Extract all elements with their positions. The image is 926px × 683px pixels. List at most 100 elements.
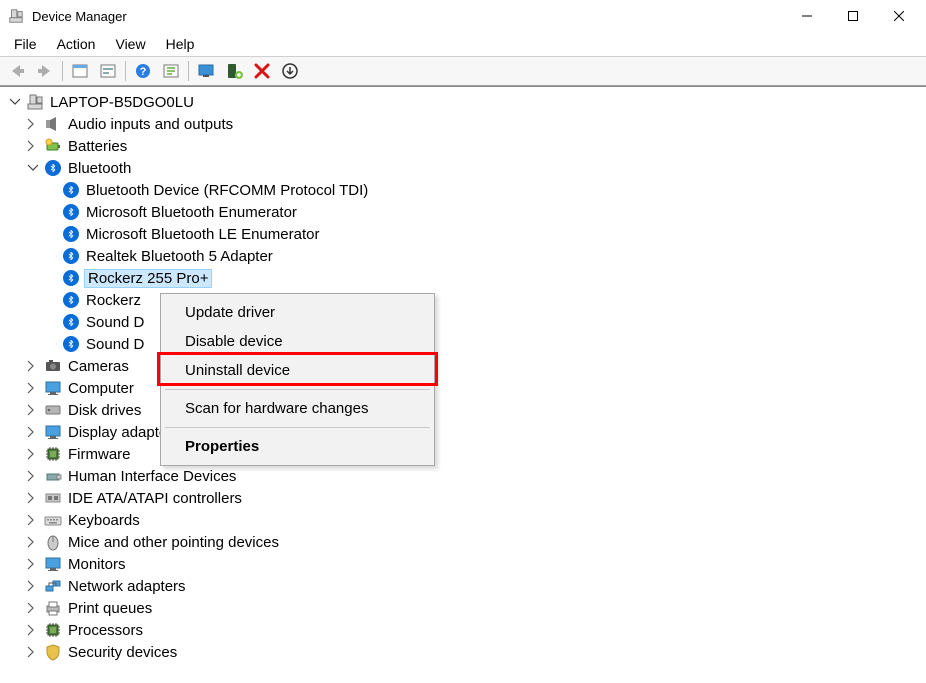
- close-button[interactable]: [876, 0, 922, 32]
- keyboard-icon: [44, 511, 62, 529]
- node-label: Security devices: [66, 644, 179, 661]
- uninstall-button[interactable]: [249, 59, 275, 83]
- node-label: Computer: [66, 380, 136, 397]
- tree-category-security[interactable]: Security devices: [8, 641, 926, 663]
- tree-category-cameras[interactable]: Cameras: [8, 355, 926, 377]
- menu-action[interactable]: Action: [47, 34, 106, 54]
- tree-root[interactable]: LAPTOP-B5DGO0LU: [8, 91, 926, 113]
- bluetooth-icon: [62, 203, 80, 221]
- node-label: Processors: [66, 622, 145, 639]
- chevron-right-icon[interactable]: [26, 557, 40, 571]
- ctx-properties[interactable]: Properties: [163, 432, 432, 461]
- ide-icon: [44, 489, 62, 507]
- chevron-right-icon[interactable]: [26, 469, 40, 483]
- speaker-icon: [44, 115, 62, 133]
- bluetooth-icon: [62, 269, 80, 287]
- chevron-right-icon[interactable]: [26, 601, 40, 615]
- tree-device-bt-le-enum[interactable]: Microsoft Bluetooth LE Enumerator: [8, 223, 926, 245]
- context-separator: [165, 427, 430, 428]
- tree-category-monitors[interactable]: Monitors: [8, 553, 926, 575]
- node-label: Cameras: [66, 358, 131, 375]
- bluetooth-icon: [62, 313, 80, 331]
- tree-device-bt-sound1[interactable]: Sound D: [8, 311, 926, 333]
- chevron-right-icon[interactable]: [26, 645, 40, 659]
- chevron-right-icon[interactable]: [26, 403, 40, 417]
- node-label: LAPTOP-B5DGO0LU: [48, 94, 196, 111]
- tree-category-ide[interactable]: IDE ATA/ATAPI controllers: [8, 487, 926, 509]
- ctx-scan-hardware[interactable]: Scan for hardware changes: [163, 394, 432, 423]
- node-label: Keyboards: [66, 512, 142, 529]
- chevron-right-icon[interactable]: [26, 359, 40, 373]
- tree-device-bt-realtek[interactable]: Realtek Bluetooth 5 Adapter: [8, 245, 926, 267]
- ctx-uninstall-device[interactable]: Uninstall device: [163, 356, 432, 385]
- chevron-right-icon[interactable]: [26, 491, 40, 505]
- window-controls: [784, 0, 922, 32]
- action-button[interactable]: [158, 59, 184, 83]
- tree-device-bt-rockerz2[interactable]: Rockerz: [8, 289, 926, 311]
- node-label: Bluetooth: [66, 160, 133, 177]
- device-tree[interactable]: LAPTOP-B5DGO0LU Audio inputs and outputs…: [0, 86, 926, 683]
- node-label: Microsoft Bluetooth LE Enumerator: [84, 226, 321, 243]
- chevron-right-icon[interactable]: [26, 381, 40, 395]
- tree-category-audio[interactable]: Audio inputs and outputs: [8, 113, 926, 135]
- ctx-disable-device[interactable]: Disable device: [163, 327, 432, 356]
- computer-icon: [26, 93, 44, 111]
- show-hide-console-button[interactable]: [67, 59, 93, 83]
- menu-help[interactable]: Help: [156, 34, 205, 54]
- back-button[interactable]: [4, 59, 30, 83]
- display-icon: [44, 423, 62, 441]
- chevron-down-icon[interactable]: [8, 95, 22, 109]
- toolbar-separator: [62, 61, 63, 81]
- chevron-right-icon[interactable]: [26, 117, 40, 131]
- chevron-right-icon[interactable]: [26, 623, 40, 637]
- tree-category-hid[interactable]: Human Interface Devices: [8, 465, 926, 487]
- tree-device-bt-enum[interactable]: Microsoft Bluetooth Enumerator: [8, 201, 926, 223]
- window-title: Device Manager: [32, 9, 784, 24]
- chip-icon: [44, 621, 62, 639]
- tree-category-network[interactable]: Network adapters: [8, 575, 926, 597]
- node-label: Firmware: [66, 446, 133, 463]
- chevron-right-icon[interactable]: [26, 579, 40, 593]
- tree-category-print[interactable]: Print queues: [8, 597, 926, 619]
- enable-device-button[interactable]: [221, 59, 247, 83]
- bluetooth-icon: [62, 335, 80, 353]
- tree-device-bt-rockerz-selected[interactable]: Rockerz 255 Pro+: [8, 267, 926, 289]
- bluetooth-icon: [62, 247, 80, 265]
- mouse-icon: [44, 533, 62, 551]
- tree-device-bt-sound2[interactable]: Sound D: [8, 333, 926, 355]
- tree-category-keyboards[interactable]: Keyboards: [8, 509, 926, 531]
- maximize-button[interactable]: [830, 0, 876, 32]
- properties-button[interactable]: [95, 59, 121, 83]
- toolbar-separator: [125, 61, 126, 81]
- chevron-right-icon[interactable]: [26, 535, 40, 549]
- ctx-update-driver[interactable]: Update driver: [163, 298, 432, 327]
- node-label: Human Interface Devices: [66, 468, 238, 485]
- tree-category-computer[interactable]: Computer: [8, 377, 926, 399]
- menu-file[interactable]: File: [4, 34, 47, 54]
- minimize-button[interactable]: [784, 0, 830, 32]
- tree-category-disk[interactable]: Disk drives: [8, 399, 926, 421]
- bluetooth-icon: [62, 181, 80, 199]
- network-icon: [44, 577, 62, 595]
- tree-category-mice[interactable]: Mice and other pointing devices: [8, 531, 926, 553]
- chevron-right-icon[interactable]: [26, 425, 40, 439]
- help-button[interactable]: [130, 59, 156, 83]
- tree-category-bluetooth[interactable]: Bluetooth: [8, 157, 926, 179]
- disk-icon: [44, 401, 62, 419]
- menu-view[interactable]: View: [105, 34, 155, 54]
- tree-category-processors[interactable]: Processors: [8, 619, 926, 641]
- chevron-right-icon[interactable]: [26, 513, 40, 527]
- update-driver-button[interactable]: [193, 59, 219, 83]
- chevron-right-icon[interactable]: [26, 139, 40, 153]
- node-label: Sound D: [84, 314, 146, 331]
- tree-device-bt-rfcomm[interactable]: Bluetooth Device (RFCOMM Protocol TDI): [8, 179, 926, 201]
- bluetooth-icon: [62, 291, 80, 309]
- tree-category-display[interactable]: Display adapters: [8, 421, 926, 443]
- context-separator: [165, 389, 430, 390]
- tree-category-firmware[interactable]: Firmware: [8, 443, 926, 465]
- chevron-down-icon[interactable]: [26, 161, 40, 175]
- chevron-right-icon[interactable]: [26, 447, 40, 461]
- forward-button[interactable]: [32, 59, 58, 83]
- scan-hardware-button[interactable]: [277, 59, 303, 83]
- tree-category-batteries[interactable]: Batteries: [8, 135, 926, 157]
